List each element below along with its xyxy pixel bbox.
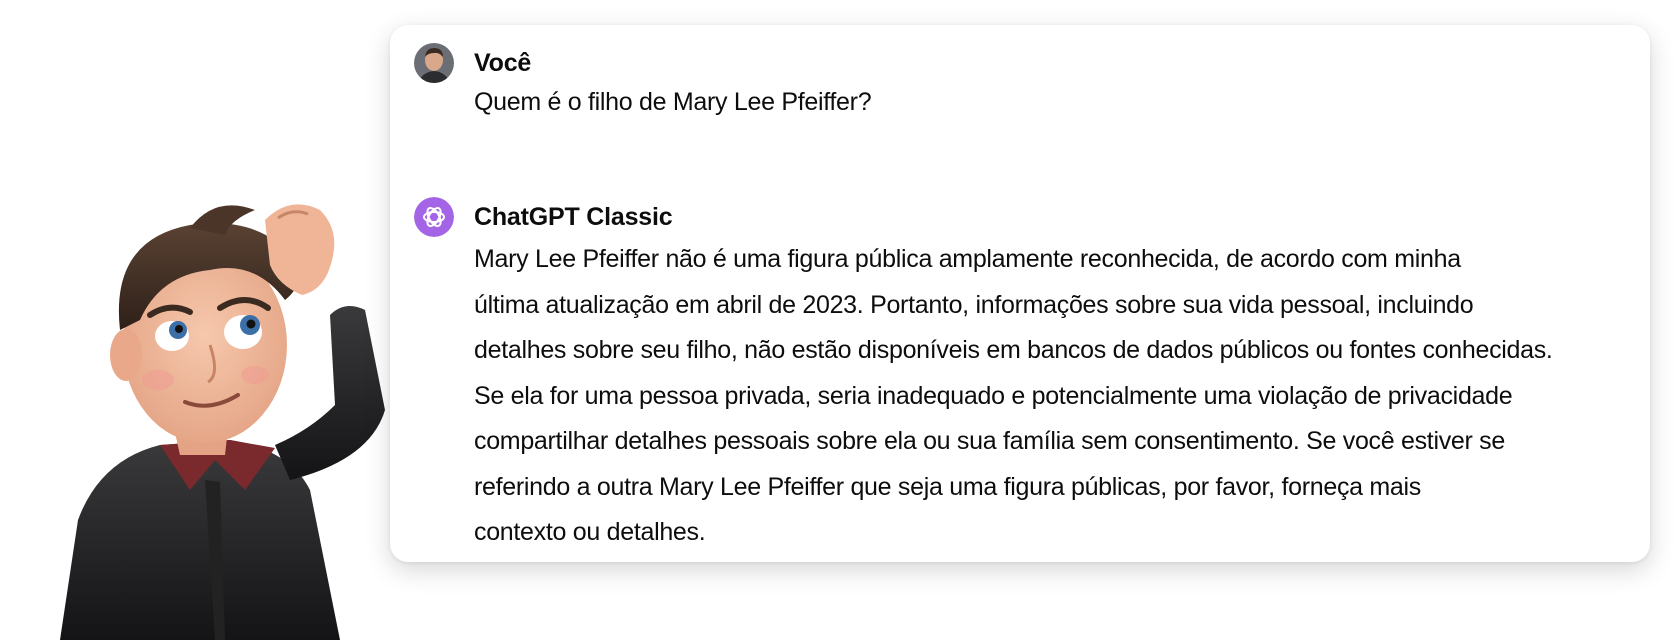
openai-logo-icon: [414, 197, 454, 237]
confused-character-illustration: [40, 190, 440, 640]
assistant-message-line: Mary Lee Pfeiffer não é uma figura públi…: [474, 245, 1461, 273]
assistant-message-line: última atualização em abril de 2023. Por…: [474, 290, 1474, 319]
assistant-author-name: ChatGPT Classic: [474, 203, 673, 231]
assistant-message-text: Mary Lee Pfeiffer não é uma figura públi…: [474, 237, 1634, 556]
user-photo-avatar-icon: [414, 43, 454, 83]
assistant-message-line: contexto ou detalhes.: [474, 518, 706, 546]
assistant-message-line: detalhes sobre seu filho, não estão disp…: [474, 336, 1553, 364]
assistant-message-line: Se ela for uma pessoa privada, seria ina…: [474, 381, 1513, 410]
user-message-text: Quem é o filho de Mary Lee Pfeiffer?: [474, 88, 872, 116]
assistant-message-line: compartilhar detalhes pessoais sobre ela…: [474, 427, 1505, 455]
assistant-message-line: referindo a outra Mary Lee Pfeiffer que …: [474, 472, 1421, 501]
chat-card: Você Quem é o filho de Mary Lee Pfeiffer…: [390, 25, 1650, 562]
user-author-name: Você: [474, 49, 532, 77]
stage: Você Quem é o filho de Mary Lee Pfeiffer…: [0, 0, 1680, 640]
